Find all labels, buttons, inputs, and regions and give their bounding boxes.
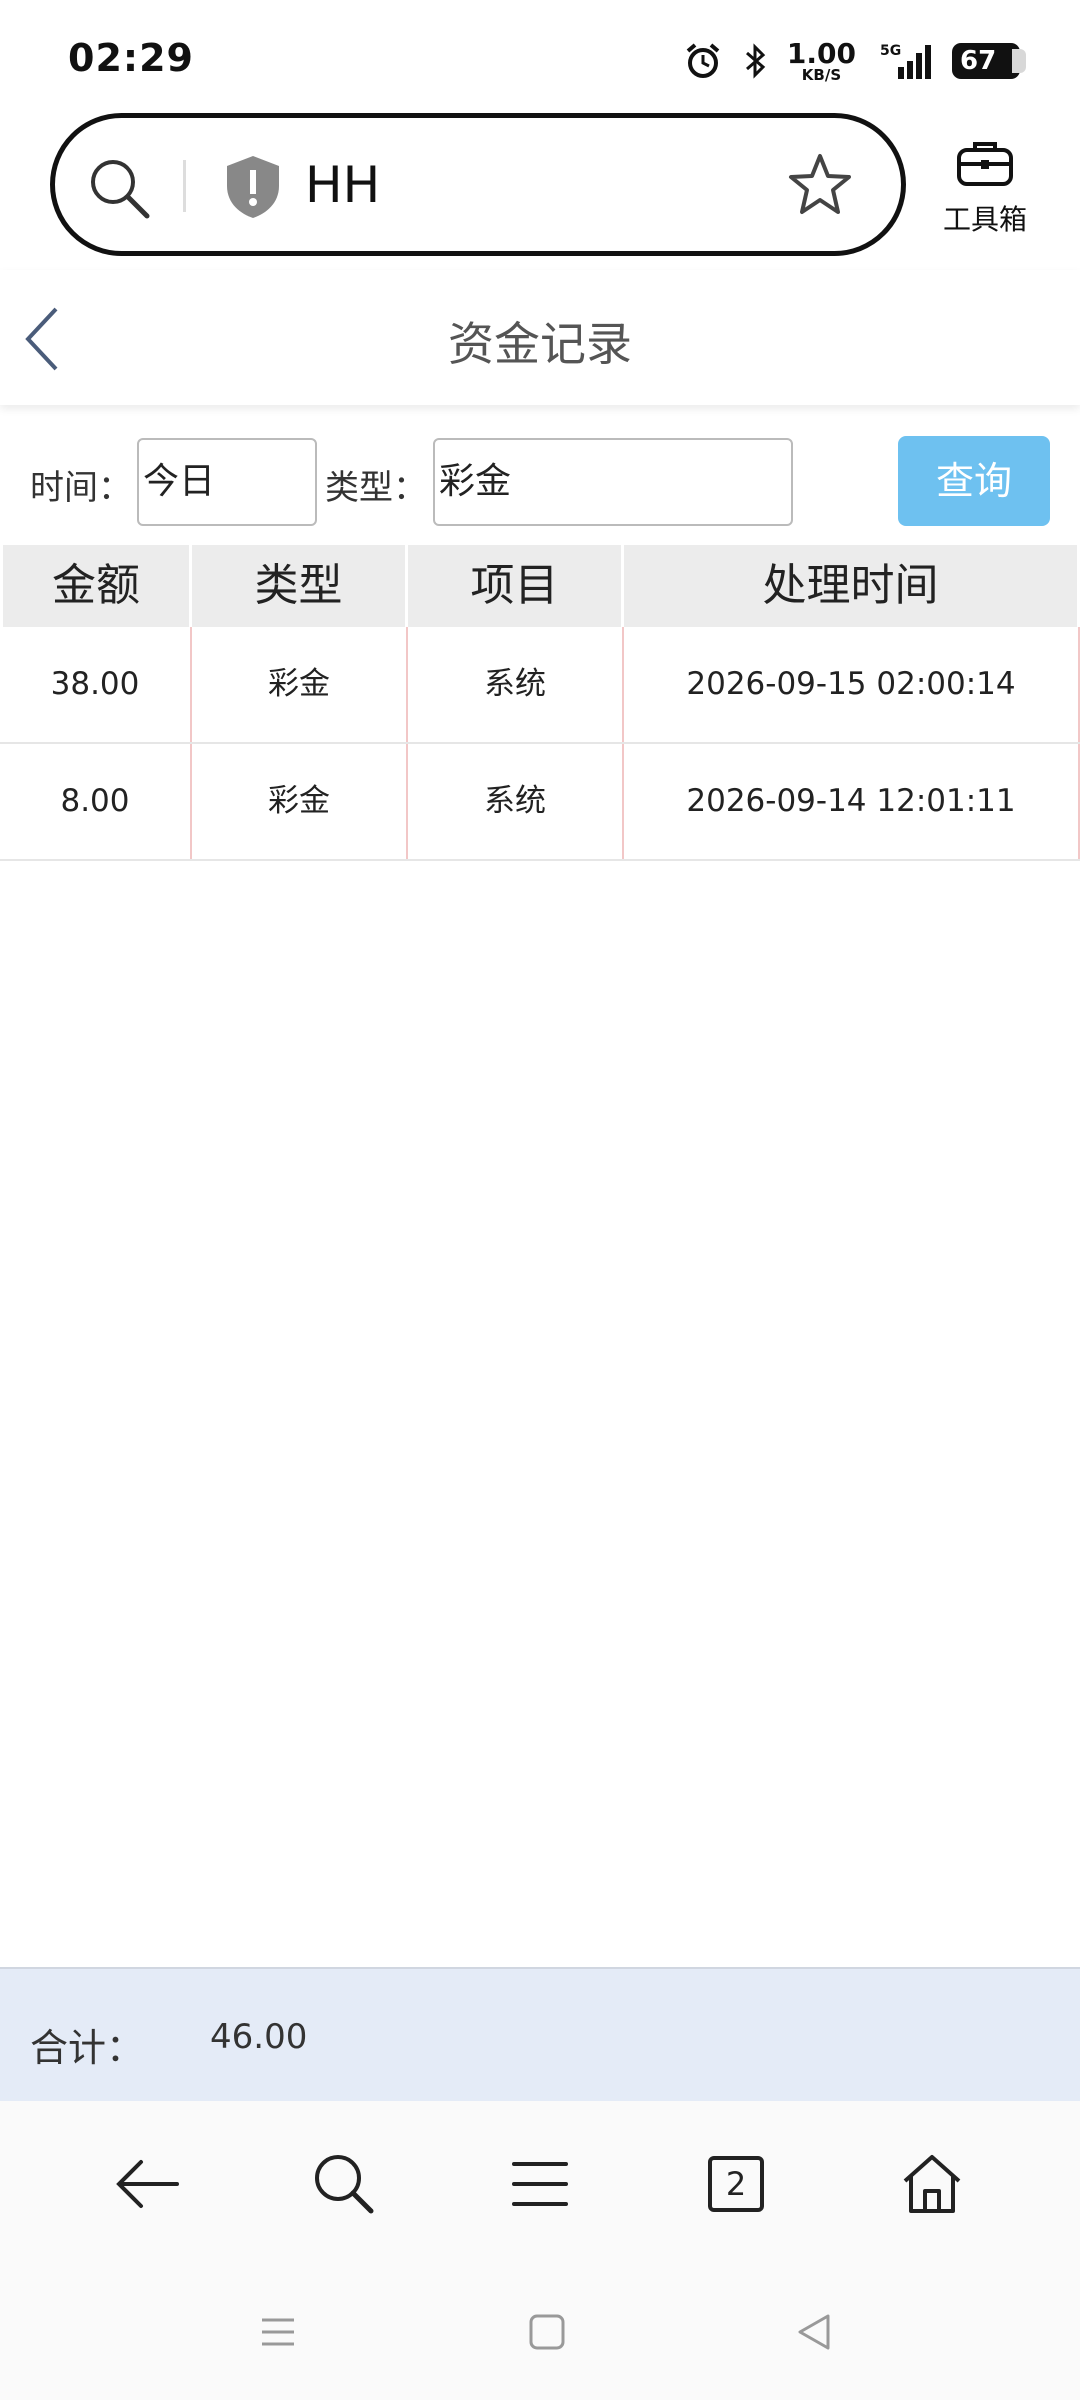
title-bar: 资金记录 <box>0 270 1080 405</box>
search-icon <box>315 2154 374 2213</box>
search-icon[interactable] <box>85 154 155 224</box>
shield-warning-icon[interactable] <box>223 152 283 222</box>
menu-icon <box>512 2161 568 2206</box>
cell-amount: 8.00 <box>0 744 192 859</box>
nav-tabs-button[interactable]: 2 <box>681 2129 791 2239</box>
network-speed-value: 1.00 <box>786 36 856 70</box>
cell-process-time: 2026-09-15 02:00:14 <box>624 627 1080 742</box>
table-header: 金额 类型 项目 处理时间 <box>0 545 1080 627</box>
home-icon <box>903 2154 961 2213</box>
header-amount: 金额 <box>0 545 192 627</box>
address-bar[interactable]: HH <box>50 113 906 256</box>
time-filter-label: 时间： <box>30 468 132 508</box>
nav-back-button[interactable] <box>93 2129 203 2239</box>
total-label: 合计： <box>30 2026 145 2070</box>
time-filter-select[interactable]: 今日 <box>137 438 317 526</box>
system-recents-icon[interactable] <box>258 2312 298 2352</box>
bookmark-star-icon[interactable] <box>785 150 855 220</box>
url-text[interactable]: HH <box>305 156 380 214</box>
browser-bottom-nav: 2 <box>0 2101 1080 2266</box>
cell-type: 彩金 <box>192 627 408 742</box>
table-row[interactable]: 8.00 彩金 系统 2026-09-14 12:01:11 <box>0 744 1080 861</box>
cell-amount: 38.00 <box>0 627 192 742</box>
address-bar-divider <box>183 160 186 212</box>
battery-indicator: 67 <box>952 43 1026 79</box>
query-button[interactable]: 查询 <box>898 436 1050 526</box>
svg-text:5G: 5G <box>880 43 901 59</box>
nav-home-button[interactable] <box>877 2129 987 2239</box>
cell-item: 系统 <box>408 744 624 859</box>
network-speed-unit: KB/S <box>801 65 842 84</box>
toolbox-icon <box>957 142 1013 186</box>
tab-count: 2 <box>708 2155 764 2212</box>
cell-type: 彩金 <box>192 744 408 859</box>
alarm-icon <box>686 43 720 78</box>
system-nav-bar <box>0 2266 1080 2400</box>
type-filter-select[interactable]: 彩金 <box>433 438 793 526</box>
system-home-icon[interactable] <box>527 2312 567 2352</box>
type-filter-label: 类型： <box>325 468 427 508</box>
nav-menu-button[interactable] <box>485 2129 595 2239</box>
toolbox-button[interactable]: 工具箱 <box>930 138 1040 238</box>
arrow-left-icon <box>116 2159 179 2208</box>
toolbox-label: 工具箱 <box>942 203 1027 236</box>
system-back-icon[interactable] <box>794 2312 834 2352</box>
cell-process-time: 2026-09-14 12:01:11 <box>624 744 1080 859</box>
cell-item: 系统 <box>408 627 624 742</box>
funds-table: 金额 类型 项目 处理时间 38.00 彩金 系统 2026-09-15 02:… <box>0 545 1080 861</box>
network-speed: 1.00 KB/S <box>786 36 856 84</box>
table-row[interactable]: 38.00 彩金 系统 2026-09-15 02:00:14 <box>0 627 1080 744</box>
signal-5g-icon: 5G <box>880 43 931 79</box>
status-icons: 1.00 KB/S 5G 67 <box>683 36 1026 86</box>
status-bar: 02:29 1.00 KB/S 5G 67 <box>0 0 1080 110</box>
bluetooth-icon <box>745 43 766 79</box>
page-title: 资金记录 <box>448 317 632 371</box>
total-bar: 合计： 46.00 <box>0 1967 1080 2101</box>
nav-search-button[interactable] <box>289 2129 399 2239</box>
header-item: 项目 <box>408 545 624 627</box>
status-time: 02:29 <box>68 36 194 80</box>
app-screen: 02:29 1.00 KB/S 5G 67 HH 工具箱 资金记录 时间： 今日… <box>0 0 1080 2400</box>
filter-row: 时间： 今日 类型： 彩金 查询 <box>0 430 1080 530</box>
header-type: 类型 <box>192 545 408 627</box>
total-value: 46.00 <box>210 2017 308 2057</box>
header-process-time: 处理时间 <box>624 545 1080 627</box>
